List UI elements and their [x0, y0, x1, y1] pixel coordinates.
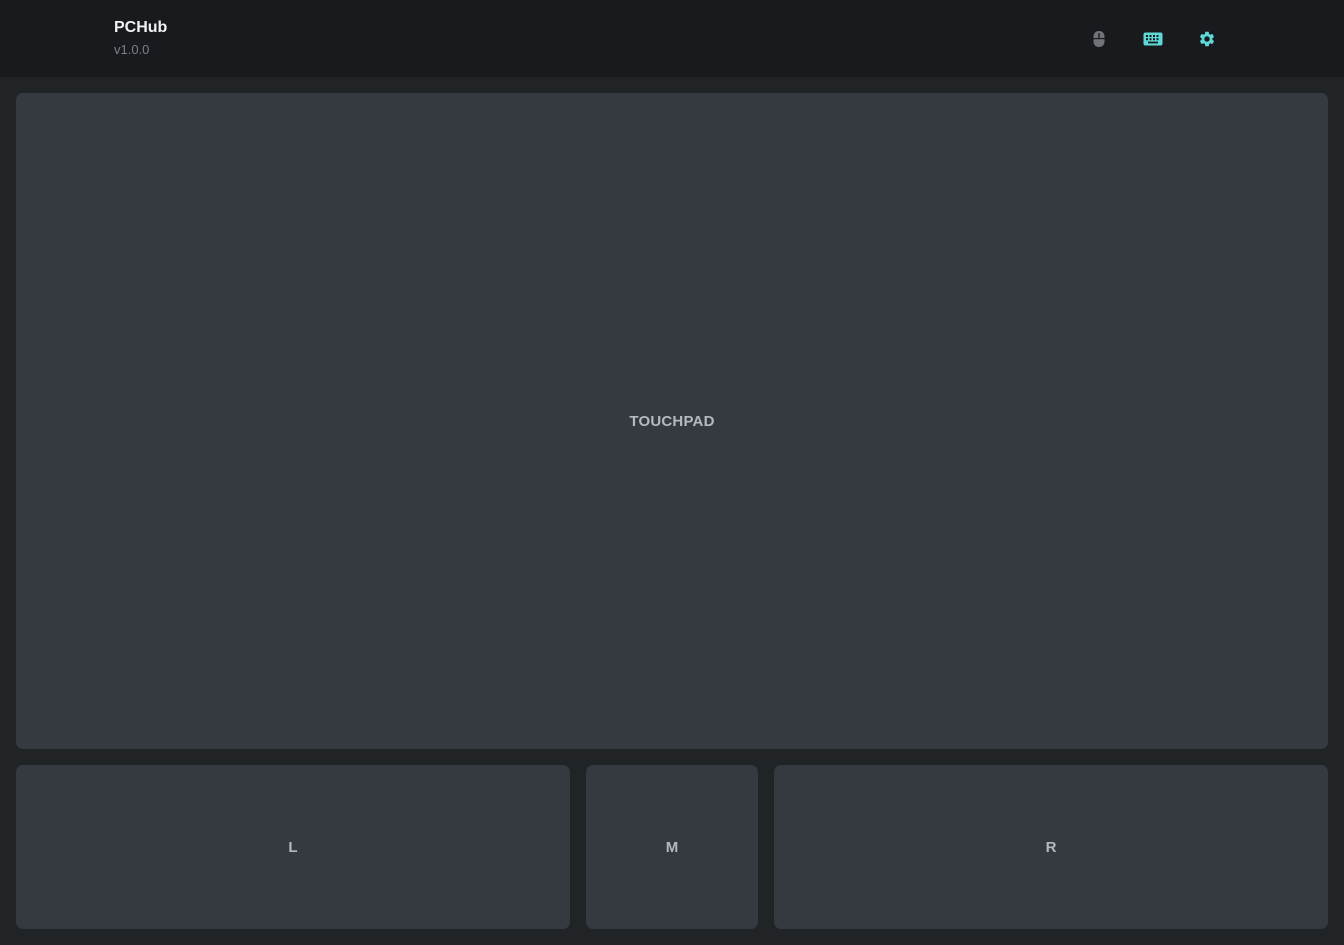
middle-click-label: M [665, 838, 679, 856]
mouse-mode-button[interactable] [1086, 26, 1112, 52]
app-title: PCHub [114, 19, 168, 36]
keyboard-mode-button[interactable] [1140, 26, 1166, 52]
settings-button[interactable] [1194, 26, 1220, 52]
right-click-label: R [1045, 838, 1057, 856]
left-click-button[interactable]: L [16, 765, 570, 929]
app-header: PCHub v1.0.0 [0, 0, 1344, 77]
touchpad-label: TOUCHPAD [629, 412, 715, 430]
mouse-icon [1093, 31, 1105, 47]
left-click-label: L [288, 838, 298, 856]
keyboard-icon [1143, 32, 1163, 46]
touchpad[interactable]: TOUCHPAD [16, 93, 1328, 749]
middle-click-button[interactable]: M [586, 765, 758, 929]
brand: PCHub v1.0.0 [114, 19, 167, 58]
app-version: v1.0.0 [114, 42, 150, 57]
right-click-button[interactable]: R [774, 765, 1328, 929]
gear-icon [1199, 31, 1215, 47]
